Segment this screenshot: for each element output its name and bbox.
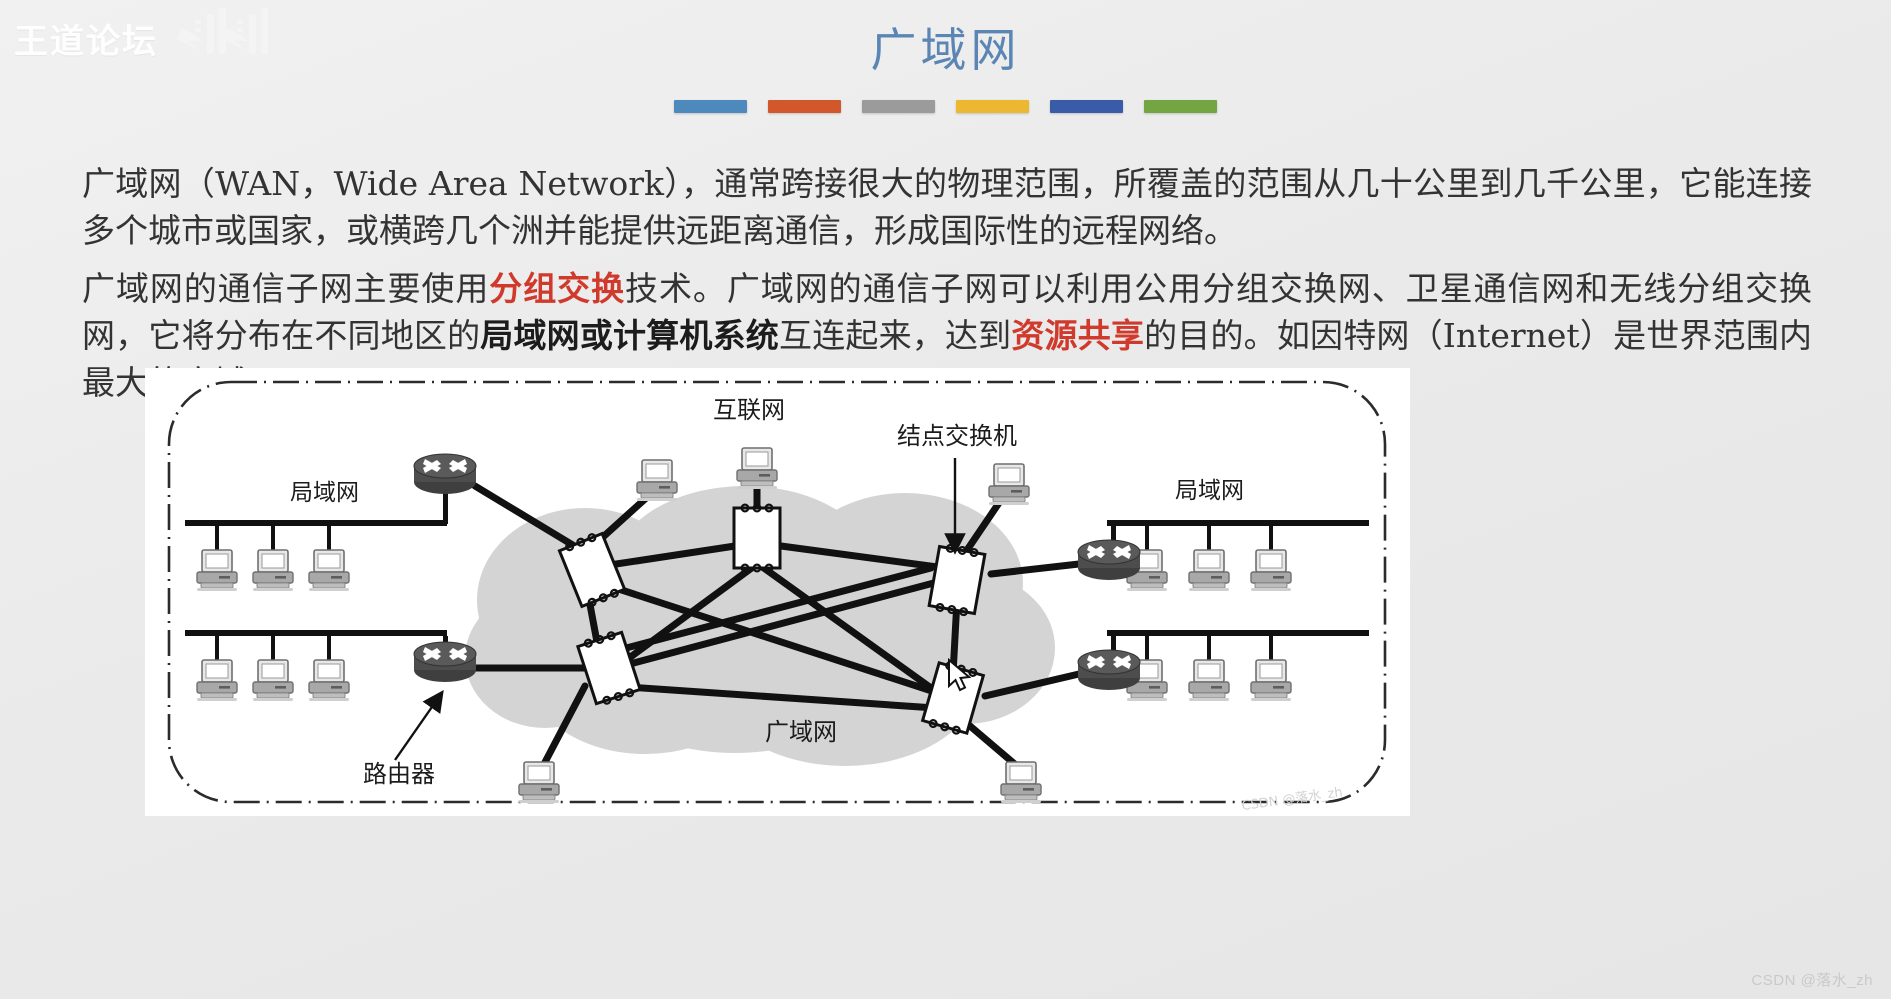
wan-topology-svg: 局域网 局域网 互联网 结点交换机 广域网 路由器 CSDN @落水_zh	[145, 368, 1410, 816]
paragraph-definition: 广域网（WAN，Wide Area Network），通常跨接很大的物理范围，所…	[82, 160, 1812, 254]
computer-host	[1188, 659, 1230, 702]
p2-seg5: 互连起来，达到	[779, 316, 1012, 355]
accent-bar-gray	[862, 100, 935, 113]
standalone-host-upper-right	[988, 463, 1030, 506]
label-router: 路由器	[363, 760, 435, 788]
standalone-host-top	[736, 447, 778, 490]
computer-host	[196, 549, 238, 592]
label-node-switch: 结点交换机	[897, 422, 1017, 450]
router-right-upper	[1077, 539, 1141, 581]
p2-bold-lan-or-computer-system: 局域网或计算机系统	[480, 316, 779, 355]
csdn-credit: CSDN @落水_zh	[1751, 972, 1873, 989]
label-lan-right-upper: 局域网	[1175, 478, 1244, 504]
computer-host	[308, 659, 350, 702]
computer-host	[252, 549, 294, 592]
label-internet: 互联网	[713, 396, 785, 424]
computer-host	[196, 659, 238, 702]
accent-bar-row	[0, 100, 1891, 113]
label-lan-left-upper: 局域网	[290, 480, 359, 506]
computer-host	[252, 659, 294, 702]
accent-bar-dark-blue	[1050, 100, 1123, 113]
page-title: 广域网	[870, 23, 1021, 77]
router-right-lower	[1077, 649, 1141, 691]
router-left-upper	[413, 453, 477, 495]
standalone-host-bottom-right	[1000, 761, 1042, 804]
paragraph-definition-text: 广域网（WAN，Wide Area Network），通常跨接很大的物理范围，所…	[82, 164, 1812, 250]
accent-bar-orange	[768, 100, 841, 113]
slide-root: 王道论坛 广域网 广域网（WAN，Wide Area Network），通常跨接…	[0, 0, 1891, 999]
computer-host	[308, 549, 350, 592]
p2-highlight-resource-sharing: 资源共享	[1011, 316, 1145, 355]
p2-highlight-packet-switching: 分组交换	[489, 269, 626, 308]
accent-bar-green	[1144, 100, 1217, 113]
node-switch-right	[927, 541, 987, 619]
accent-bar-yellow	[956, 100, 1029, 113]
accent-bar-blue	[674, 100, 747, 113]
computer-host	[1250, 659, 1292, 702]
wan-topology-figure: 局域网 局域网 互联网 结点交换机 广域网 路由器 CSDN @落水_zh	[145, 368, 1410, 816]
node-switch-top	[732, 503, 782, 573]
bus-line	[185, 520, 447, 526]
label-wan: 广域网	[765, 718, 837, 746]
router-left-lower	[413, 641, 477, 683]
computer-host	[1188, 549, 1230, 592]
standalone-host-upper-left	[636, 459, 678, 502]
computer-host	[1250, 549, 1292, 592]
p2-seg1: 广域网的通信子网主要使用	[82, 269, 490, 308]
standalone-host-bottom-left	[518, 761, 560, 804]
